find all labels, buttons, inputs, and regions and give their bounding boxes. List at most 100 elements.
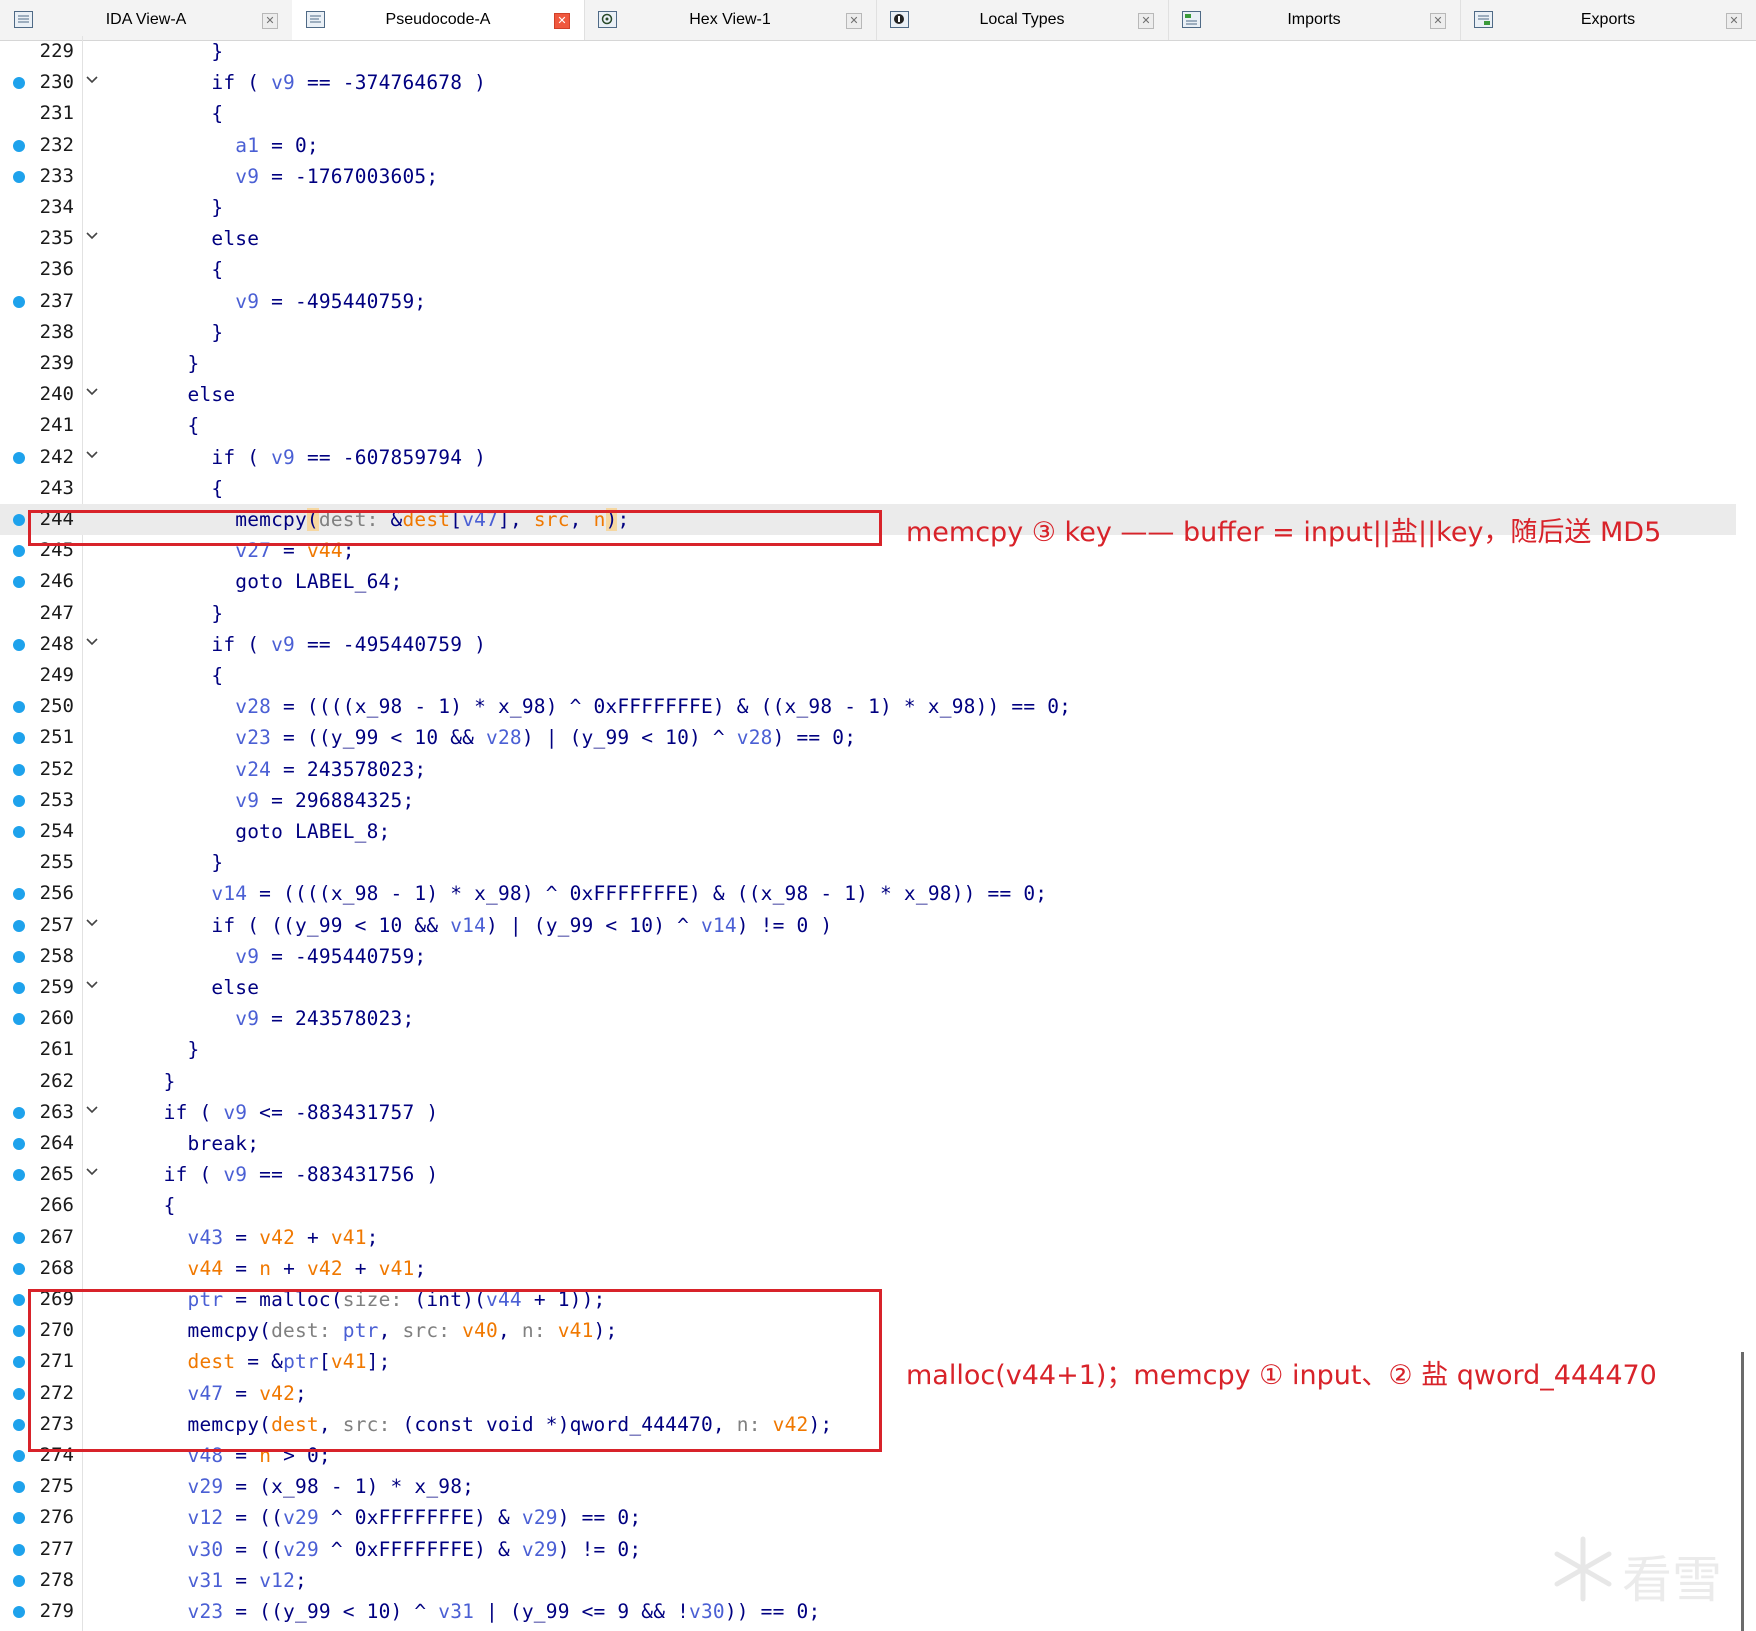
code-line[interactable]: 261 } (0, 1034, 1736, 1065)
close-icon[interactable]: ✕ (262, 13, 278, 29)
code-line[interactable]: 268 v44 = n + v42 + v41; (0, 1253, 1736, 1284)
code-line[interactable]: 275 v29 = (x_98 - 1) * x_98; (0, 1471, 1736, 1502)
code-line[interactable]: 252 v24 = 243578023; (0, 754, 1736, 785)
breakpoint-dot-icon[interactable] (13, 950, 25, 963)
tab-imports[interactable]: Imports ✕ (1168, 0, 1461, 40)
code-line[interactable]: 254 goto LABEL_8; (0, 816, 1736, 847)
code-text[interactable]: v23 = ((y_99 < 10) ^ v31 | (y_99 <= 9 &&… (92, 1600, 821, 1623)
code-line[interactable]: 238 } (0, 317, 1736, 348)
code-line[interactable]: 242 if ( v9 == -607859794 ) (0, 442, 1736, 473)
breakpoint-dot-icon[interactable] (13, 794, 25, 807)
breakpoint-dot-icon[interactable] (13, 732, 25, 745)
breakpoint-dot-icon[interactable] (13, 1231, 25, 1244)
breakpoint-dot-icon[interactable] (13, 451, 25, 464)
breakpoint-dot-icon[interactable] (13, 514, 25, 526)
code-text[interactable]: v9 = 296884325; (92, 789, 414, 812)
code-line[interactable]: 256 v14 = ((((x_98 - 1) * x_98) ^ 0xFFFF… (0, 878, 1736, 909)
code-line[interactable]: 234 } (0, 192, 1736, 223)
code-text[interactable]: if ( v9 == -607859794 ) (92, 446, 486, 469)
code-line[interactable]: 248 if ( v9 == -495440759 ) (0, 629, 1736, 660)
breakpoint-dot-icon[interactable] (13, 1481, 25, 1494)
code-text[interactable]: v31 = v12; (92, 1569, 307, 1592)
breakpoint-dot-icon[interactable] (13, 1418, 25, 1431)
breakpoint-dot-icon[interactable] (13, 295, 25, 308)
breakpoint-dot-icon[interactable] (13, 919, 25, 932)
code-text[interactable]: else (92, 976, 259, 999)
code-text[interactable]: } (92, 602, 223, 625)
code-text[interactable]: v24 = 243578023; (92, 758, 426, 781)
breakpoint-dot-icon[interactable] (13, 1450, 25, 1462)
code-line[interactable]: 241 { (0, 410, 1736, 441)
code-text[interactable]: break; (92, 1132, 259, 1155)
code-line[interactable]: 266 { (0, 1190, 1736, 1221)
code-text[interactable]: { (92, 414, 200, 437)
code-line[interactable]: 253 v9 = 296884325; (0, 785, 1736, 816)
close-icon[interactable]: ✕ (1726, 13, 1742, 29)
breakpoint-dot-icon[interactable] (13, 1138, 25, 1150)
code-text[interactable]: } (92, 352, 200, 375)
code-text[interactable]: goto LABEL_64; (92, 570, 402, 593)
code-line[interactable]: 278 v31 = v12; (0, 1565, 1736, 1596)
breakpoint-dot-icon[interactable] (13, 139, 25, 152)
breakpoint-dot-icon[interactable] (13, 1512, 25, 1525)
code-line[interactable]: 258 v9 = -495440759; (0, 941, 1736, 972)
code-line[interactable]: 247 } (0, 598, 1736, 629)
tab-pseudocode[interactable]: Pseudocode-A ✕ (292, 0, 585, 40)
code-text[interactable]: if ( v9 == -495440759 ) (92, 633, 486, 656)
tab-hex-view[interactable]: Hex View-1 ✕ (584, 0, 877, 40)
breakpoint-dot-icon[interactable] (13, 77, 25, 90)
breakpoint-dot-icon[interactable] (13, 763, 25, 776)
breakpoint-dot-icon[interactable] (13, 1294, 25, 1306)
breakpoint-dot-icon[interactable] (13, 1574, 25, 1587)
code-line[interactable]: 265 if ( v9 == -883431756 ) (0, 1159, 1736, 1190)
scrollbar-thumb[interactable] (1741, 1352, 1744, 1631)
breakpoint-dot-icon[interactable] (13, 170, 25, 183)
breakpoint-dot-icon[interactable] (13, 638, 25, 651)
code-text[interactable]: v9 = -1767003605; (92, 165, 438, 188)
code-text[interactable]: else (92, 227, 259, 250)
code-text[interactable]: v44 = n + v42 + v41; (92, 1257, 427, 1280)
breakpoint-dot-icon[interactable] (13, 545, 25, 558)
code-text[interactable]: if ( v9 <= -883431757 ) (92, 1101, 438, 1124)
tab-exports[interactable]: Exports ✕ (1460, 0, 1756, 40)
code-text[interactable]: } (92, 1038, 200, 1061)
code-text[interactable]: } (92, 196, 223, 219)
code-line[interactable]: 230 if ( v9 == -374764678 ) (0, 67, 1736, 98)
code-text[interactable]: v12 = ((v29 ^ 0xFFFFFFFE) & v29) == 0; (92, 1506, 642, 1529)
code-line[interactable]: 237 v9 = -495440759; (0, 286, 1736, 317)
code-text[interactable]: v14 = ((((x_98 - 1) * x_98) ^ 0xFFFFFFFE… (92, 882, 1047, 905)
code-line[interactable]: 246 goto LABEL_64; (0, 566, 1736, 597)
code-text[interactable]: a1 = 0; (92, 134, 319, 157)
code-line[interactable]: 260 v9 = 243578023; (0, 1003, 1736, 1034)
close-icon[interactable]: ✕ (846, 13, 862, 29)
breakpoint-dot-icon[interactable] (13, 1013, 25, 1026)
breakpoint-dot-icon[interactable] (13, 826, 25, 838)
breakpoint-dot-icon[interactable] (13, 1387, 25, 1400)
breakpoint-dot-icon[interactable] (13, 1106, 25, 1119)
code-text[interactable]: if ( v9 == -374764678 ) (92, 71, 486, 94)
breakpoint-dot-icon[interactable] (13, 1262, 25, 1275)
breakpoint-dot-icon[interactable] (13, 1325, 25, 1338)
tab-ida-view[interactable]: IDA View-A ✕ (0, 0, 293, 40)
code-line[interactable]: 267 v43 = v42 + v41; (0, 1222, 1736, 1253)
breakpoint-dot-icon[interactable] (13, 1169, 25, 1182)
tab-local-types[interactable]: Local Types ✕ (876, 0, 1169, 40)
code-line[interactable]: 262 } (0, 1066, 1736, 1097)
code-line[interactable]: 277 v30 = ((v29 ^ 0xFFFFFFFE) & v29) != … (0, 1534, 1736, 1565)
code-text[interactable]: { (92, 258, 223, 281)
code-line[interactable]: 236 { (0, 254, 1736, 285)
code-text[interactable]: { (92, 664, 223, 687)
breakpoint-dot-icon[interactable] (13, 888, 25, 901)
code-line[interactable]: 231 { (0, 98, 1736, 129)
code-line[interactable]: 235 else (0, 223, 1736, 254)
breakpoint-dot-icon[interactable] (13, 701, 25, 714)
code-line[interactable]: 255 } (0, 847, 1736, 878)
code-text[interactable]: goto LABEL_8; (92, 820, 391, 843)
close-icon[interactable]: ✕ (554, 13, 570, 29)
code-line[interactable]: 250 v28 = ((((x_98 - 1) * x_98) ^ 0xFFFF… (0, 691, 1736, 722)
code-line[interactable]: 232 a1 = 0; (0, 130, 1736, 161)
code-line[interactable]: 264 break; (0, 1128, 1736, 1159)
code-text[interactable]: } (92, 1070, 176, 1093)
code-text[interactable]: v9 = -495440759; (92, 945, 426, 968)
breakpoint-dot-icon[interactable] (13, 1356, 25, 1369)
